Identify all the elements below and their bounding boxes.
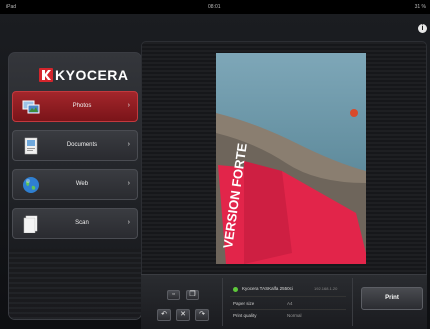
carrier-label: iPad: [6, 4, 17, 10]
printer-name[interactable]: Kyocera TASKalfa 2550ci: [242, 286, 293, 291]
info-icon[interactable]: i: [418, 24, 427, 33]
paper-size-value[interactable]: A4: [287, 301, 293, 306]
sidebar-item-photos[interactable]: Photos ›: [12, 91, 138, 122]
sidebar: KYOCERA Photos › Documents › Web › Scan …: [8, 52, 142, 320]
sidebar-item-label: Scan: [75, 220, 89, 226]
divider: [352, 278, 353, 326]
clock: 08:01: [208, 4, 221, 10]
sidebar-decoration: [9, 249, 141, 319]
paper-size-label[interactable]: Paper size: [233, 301, 254, 306]
divider: [230, 309, 346, 310]
chevron-right-icon: ›: [127, 141, 130, 148]
sidebar-item-documents[interactable]: Documents ›: [12, 130, 138, 161]
sidebar-item-label: Photos: [72, 103, 92, 109]
delete-icon[interactable]: ✕: [176, 309, 190, 321]
kyocera-logo-icon: [39, 68, 53, 82]
photo-preview[interactable]: VERSION FORTE: [216, 53, 366, 264]
sidebar-item-scan[interactable]: Scan ›: [12, 208, 138, 239]
chevron-right-icon: ›: [127, 180, 130, 187]
divider: [222, 278, 223, 326]
multi-page-icon[interactable]: ❐: [186, 290, 199, 300]
scan-icon: [22, 215, 40, 234]
sidebar-item-web[interactable]: Web ›: [12, 169, 138, 200]
print-button[interactable]: Print: [361, 287, 423, 310]
photos-icon: [22, 98, 40, 116]
status-bar: iPad 08:01 31 %: [0, 0, 430, 14]
documents-icon: [22, 137, 40, 155]
rotate-left-icon[interactable]: ↶: [157, 309, 171, 321]
single-page-icon[interactable]: ▫: [167, 290, 180, 300]
brand-logo: KYOCERA: [39, 67, 129, 83]
sidebar-item-label: Web: [75, 181, 89, 187]
globe-icon: [22, 176, 40, 194]
sidebar-item-label: Documents: [66, 142, 98, 148]
chevron-right-icon: ›: [127, 219, 130, 226]
battery-indicator: 31 %: [414, 4, 426, 10]
printer-address: 192.168.1.20: [314, 286, 338, 291]
printer-status-icon: [233, 287, 238, 292]
rotate-right-icon[interactable]: ↷: [195, 309, 209, 321]
chevron-right-icon: ›: [127, 102, 130, 109]
divider: [230, 296, 346, 297]
print-quality-value[interactable]: Normal: [287, 313, 302, 318]
print-quality-label[interactable]: Print quality: [233, 313, 257, 318]
brand-name: KYOCERA: [55, 67, 129, 83]
